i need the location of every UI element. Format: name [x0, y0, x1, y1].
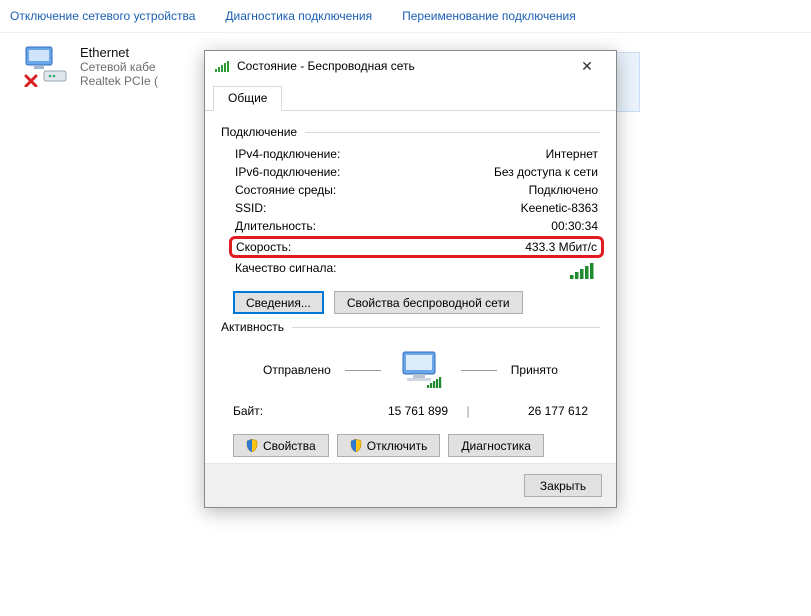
signal-quality-label: Качество сигнала: [235, 261, 336, 279]
adapter-name: Ethernet [80, 45, 158, 60]
shield-icon [350, 439, 362, 452]
received-label: Принято [511, 363, 558, 377]
activity-separator [345, 370, 381, 371]
speed-value: 433.3 Мбит/с [525, 240, 597, 254]
network-adapter-icon [20, 45, 68, 87]
adapter-device: Realtek PCIe ( [80, 74, 158, 88]
group-activity-label: Активность [221, 320, 284, 334]
diagnose-button[interactable]: Диагностика [448, 434, 544, 457]
activity-monitor-icon [395, 350, 447, 390]
tabstrip: Общие [205, 85, 616, 111]
toolbar-diagnose[interactable]: Диагностика подключения [225, 9, 372, 23]
disable-button[interactable]: Отключить [337, 434, 441, 457]
ipv6-label: IPv6-подключение: [235, 165, 340, 179]
tab-general[interactable]: Общие [213, 86, 282, 111]
bytes-sent-value: 15 761 899 [348, 404, 448, 418]
details-button[interactable]: Сведения... [233, 291, 324, 314]
status-dialog: Состояние - Беспроводная сеть ✕ Общие По… [204, 50, 617, 508]
close-icon[interactable]: ✕ [566, 53, 608, 79]
ssid-value: Keenetic-8363 [521, 201, 598, 215]
wifi-signal-icon [215, 60, 231, 72]
bytes-label: Байт: [233, 404, 303, 418]
bytes-separator: | [448, 404, 488, 418]
bytes-received-value: 26 177 612 [488, 404, 588, 418]
properties-button[interactable]: Свойства [233, 434, 329, 457]
toolbar-disable-device[interactable]: Отключение сетевого устройства [10, 9, 195, 23]
dialog-title: Состояние - Беспроводная сеть [237, 59, 415, 73]
group-connection: Подключение [221, 125, 600, 139]
sent-label: Отправлено [263, 363, 331, 377]
properties-button-label: Свойства [263, 439, 316, 453]
ipv4-value: Интернет [546, 147, 598, 161]
duration-value: 00:30:34 [551, 219, 598, 233]
close-button[interactable]: Закрыть [524, 474, 602, 497]
media-state-value: Подключено [529, 183, 598, 197]
group-activity: Активность [221, 320, 600, 334]
activity-separator [461, 370, 497, 371]
titlebar: Состояние - Беспроводная сеть ✕ [205, 51, 616, 81]
disable-button-label: Отключить [367, 439, 428, 453]
duration-label: Длительность: [235, 219, 316, 233]
toolbar: Отключение сетевого устройства Диагности… [0, 0, 811, 33]
speed-label: Скорость: [236, 240, 291, 254]
group-connection-label: Подключение [221, 125, 297, 139]
ipv4-label: IPv4-подключение: [235, 147, 340, 161]
signal-quality-icon [570, 261, 598, 279]
ssid-label: SSID: [235, 201, 266, 215]
shield-icon [246, 439, 258, 452]
toolbar-rename[interactable]: Переименование подключения [402, 9, 576, 23]
adapter-status: Сетевой кабе [80, 60, 158, 74]
wireless-properties-button[interactable]: Свойства беспроводной сети [334, 291, 523, 314]
speed-row-highlight: Скорость: 433.3 Мбит/с [229, 236, 604, 258]
ipv6-value: Без доступа к сети [494, 165, 598, 179]
media-state-label: Состояние среды: [235, 183, 336, 197]
